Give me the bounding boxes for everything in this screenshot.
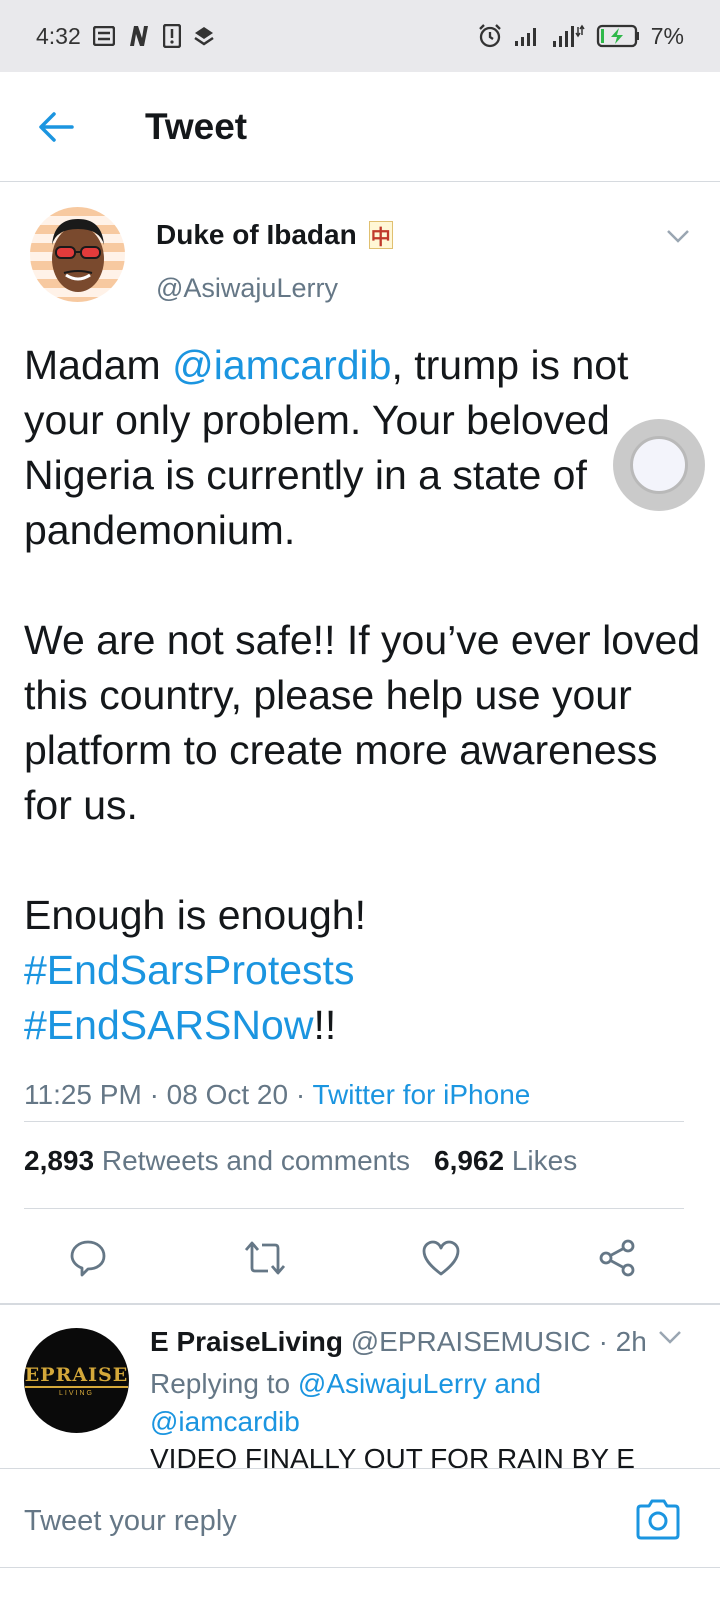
camera-button[interactable] xyxy=(634,1497,682,1541)
reply-separator: · xyxy=(598,1326,608,1357)
mahjong-badge-icon: 中 xyxy=(368,221,393,249)
retweets-stat[interactable]: 2,893 Retweets and comments xyxy=(24,1145,410,1177)
meta-separator: · xyxy=(295,1079,306,1110)
reply-header: E PraiseLiving @EPRAISEMUSIC · 2h xyxy=(150,1326,647,1358)
camera-icon xyxy=(636,1499,680,1540)
notes-icon xyxy=(92,26,115,46)
reply-body: VIDEO FINALLY OUT FOR RAIN BY E xyxy=(150,1443,635,1468)
meta-separator: · xyxy=(149,1079,159,1110)
tweet-text: Madam @iamcardib, trump is not your only… xyxy=(24,338,704,1053)
hashtag-line-2: #EndSARSNow!! xyxy=(24,998,704,1053)
reply-author-name[interactable]: E PraiseLiving xyxy=(150,1326,343,1357)
like-button[interactable] xyxy=(411,1228,471,1288)
reply-tweet[interactable]: EPRAISE LIVING E PraiseLiving @EPRAISEMU… xyxy=(0,1306,720,1468)
replying-and: and xyxy=(486,1368,542,1399)
back-arrow-icon xyxy=(39,111,74,142)
likes-label: Likes xyxy=(511,1145,578,1176)
tweet-date: 08 Oct 20 xyxy=(166,1079,289,1110)
author-name[interactable]: Duke of Ibadan xyxy=(156,219,357,251)
hashtag-line-1: #EndSarsProtests xyxy=(24,943,704,998)
heart-icon xyxy=(422,1240,460,1276)
top-app-bar: Tweet xyxy=(0,72,720,182)
replying-to: Replying to @AsiwajuLerry and @iamcardib xyxy=(150,1365,630,1441)
likes-stat[interactable]: 6,962 Likes xyxy=(434,1145,577,1177)
reply-author-handle[interactable]: @EPRAISEMUSIC xyxy=(351,1326,591,1357)
reply-avatar-logo-sub: LIVING xyxy=(59,1390,94,1397)
mention-link[interactable]: @iamcardib xyxy=(172,342,391,388)
tweet-stats: 2,893 Retweets and comments 6,962 Likes xyxy=(24,1145,577,1177)
hashtag-link[interactable]: #EndSarsProtests xyxy=(24,947,354,993)
tweet-text-part: Madam xyxy=(24,342,173,388)
signal-icon xyxy=(513,25,541,47)
battery-percent: 7% xyxy=(650,22,684,49)
battery-charging-icon xyxy=(595,24,641,48)
hashtag-suffix: !! xyxy=(313,1002,337,1048)
back-button[interactable] xyxy=(0,72,112,182)
reply-compose-bar: Tweet your reply xyxy=(0,1468,720,1568)
share-button[interactable] xyxy=(587,1228,647,1288)
section-divider xyxy=(0,1303,720,1305)
retweet-button[interactable] xyxy=(235,1228,295,1288)
status-time: 4:32 xyxy=(36,22,81,49)
share-icon xyxy=(599,1239,635,1277)
chevron-down-icon xyxy=(667,230,689,243)
tweet-source-link[interactable]: Twitter for iPhone xyxy=(312,1079,530,1110)
author-name-row[interactable]: Duke of Ibadan 中 xyxy=(156,219,393,251)
tweet-options-button[interactable] xyxy=(666,229,690,248)
tweet-paragraph-3: Enough is enough! xyxy=(24,892,366,938)
n-app-icon xyxy=(127,25,151,47)
divider xyxy=(24,1121,684,1122)
data-signal-icon xyxy=(551,23,585,49)
author-avatar[interactable] xyxy=(30,207,125,302)
reply-button[interactable] xyxy=(58,1228,118,1288)
reply-avatar[interactable]: EPRAISE LIVING xyxy=(24,1328,129,1433)
reply-avatar-logo: EPRAISE xyxy=(24,1364,129,1388)
cartoon-face-avatar-icon xyxy=(52,219,104,292)
replying-prefix: Replying to xyxy=(150,1368,298,1399)
reply-options-button[interactable] xyxy=(658,1330,682,1349)
touch-button-inner xyxy=(630,436,688,494)
tweet-author-row: Duke of Ibadan 中 @AsiwajuLerry xyxy=(30,207,700,307)
divider xyxy=(24,1208,684,1209)
likes-count: 6,962 xyxy=(434,1145,505,1176)
comment-icon xyxy=(70,1240,106,1277)
tweet-actions xyxy=(0,1228,720,1288)
tweet-meta: 11:25 PM · 08 Oct 20 · Twitter for iPhon… xyxy=(24,1079,530,1111)
tweet-time: 11:25 PM xyxy=(24,1079,142,1110)
author-handle[interactable]: @AsiwajuLerry xyxy=(156,273,338,304)
tweet-paragraph-1: Madam @iamcardib, trump is not your only… xyxy=(24,338,704,558)
status-left: 4:32 xyxy=(36,23,215,50)
chevron-down-icon xyxy=(659,1331,681,1344)
retweets-count: 2,893 xyxy=(24,1145,95,1176)
alarm-icon xyxy=(477,23,503,49)
status-bar: 4:32 7% xyxy=(0,0,720,72)
retweet-icon xyxy=(244,1241,286,1275)
reply-age: 2h xyxy=(615,1326,647,1357)
retweets-label: Retweets and comments xyxy=(101,1145,410,1176)
reply-input[interactable]: Tweet your reply xyxy=(24,1505,237,1538)
hashtag-link[interactable]: #EndSARSNow xyxy=(24,1002,313,1048)
status-right: 7% xyxy=(477,23,684,50)
layers-icon xyxy=(193,25,215,47)
alert-icon xyxy=(162,24,181,48)
replying-handle-link[interactable]: @iamcardib xyxy=(150,1406,300,1437)
floating-touch-button[interactable] xyxy=(613,419,705,511)
page-title: Tweet xyxy=(145,105,248,147)
tweet-paragraph-2: We are not safe!! If you’ve ever loved t… xyxy=(24,617,701,828)
replying-handle-link[interactable]: @AsiwajuLerry xyxy=(298,1368,487,1399)
